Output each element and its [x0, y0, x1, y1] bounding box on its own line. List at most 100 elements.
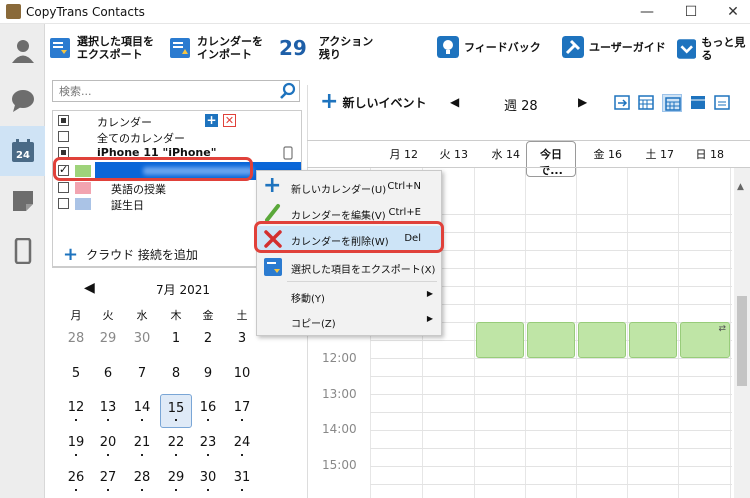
day-header[interactable]: 月 12: [374, 146, 419, 162]
search-icon[interactable]: [279, 82, 297, 100]
calendar-list-view-icon[interactable]: [714, 94, 730, 110]
grid-row-line: [370, 394, 732, 395]
mini-calendar-day[interactable]: 30: [192, 470, 224, 485]
more-button[interactable]: もっと見る: [677, 36, 750, 62]
calendar-today-view-icon[interactable]: [614, 94, 630, 110]
menu-export-selected[interactable]: 選択した項目をエクスポート(X): [257, 254, 441, 280]
import-calendar-button[interactable]: カレンダーを インポート: [169, 35, 263, 61]
new-event-button[interactable]: + 新しいイベント: [320, 91, 426, 113]
event-dot: [75, 454, 77, 456]
mini-calendar-day[interactable]: 17: [226, 400, 258, 415]
nav-messages[interactable]: [0, 76, 45, 126]
mini-calendar-day[interactable]: 23: [192, 435, 224, 450]
day-header[interactable]: 水 14: [476, 146, 521, 162]
mini-calendar-day[interactable]: 27: [92, 470, 124, 485]
delete-calendar-icon[interactable]: ✕: [223, 114, 236, 127]
mini-calendar-day[interactable]: 9: [192, 366, 224, 381]
event-block[interactable]: [476, 322, 524, 358]
close-button[interactable]: ✕: [718, 2, 748, 22]
mini-calendar-day[interactable]: 24: [226, 435, 258, 450]
next-week-arrow[interactable]: ▶: [578, 95, 587, 109]
day-header[interactable]: 今日 で...: [526, 141, 576, 177]
mini-calendar-day[interactable]: 13: [92, 400, 124, 415]
mini-calendar-day[interactable]: 29: [160, 470, 192, 485]
mini-calendar-day[interactable]: 20: [92, 435, 124, 450]
calendar-color-swatch: [75, 198, 91, 210]
mini-calendar-day[interactable]: 7: [126, 366, 158, 381]
user-guide-button[interactable]: ユーザーガイド: [562, 36, 666, 58]
nav-device[interactable]: [0, 226, 45, 276]
event-dot: [75, 489, 77, 491]
weekday-label: 金: [202, 309, 214, 322]
mini-calendar-day[interactable]: 5: [60, 366, 92, 381]
mini-calendar-day[interactable]: 8: [160, 366, 192, 381]
checkbox-calendar-3[interactable]: [58, 198, 69, 209]
mini-calendar-day[interactable]: 2: [192, 331, 224, 346]
event-block[interactable]: [527, 322, 575, 358]
nav-calendar[interactable]: 24: [0, 126, 45, 176]
checkbox-all[interactable]: [58, 115, 69, 126]
menu-copy[interactable]: コピー(Z) ▶: [257, 308, 441, 334]
maximize-button[interactable]: ☐: [676, 2, 706, 22]
feedback-button[interactable]: フィードバック: [437, 36, 541, 58]
mini-calendar-day[interactable]: 22: [160, 435, 192, 450]
event-dot: [241, 454, 243, 456]
menu-new-calendar[interactable]: + 新しいカレンダー(U) Ctrl+N: [257, 174, 441, 200]
mini-calendar-day[interactable]: 21: [126, 435, 158, 450]
day-header[interactable]: 金 16: [578, 146, 623, 162]
actions-count: 29: [279, 36, 307, 60]
nav-notes[interactable]: [0, 176, 45, 226]
calendar-label-birthdays: 誕生日: [111, 199, 144, 212]
mini-calendar-day[interactable]: 30: [126, 331, 158, 346]
nav-contacts[interactable]: [0, 26, 45, 76]
mini-calendar-day[interactable]: 1: [160, 331, 192, 346]
mini-calendar-day[interactable]: 15: [160, 394, 192, 428]
menu-move[interactable]: 移動(Y) ▶: [257, 283, 441, 309]
calendar-month-view-icon[interactable]: [690, 94, 706, 110]
mini-calendar-day[interactable]: 29: [92, 331, 124, 346]
mini-calendar-day[interactable]: 6: [92, 366, 124, 381]
calendar-day-view-icon[interactable]: [638, 94, 654, 110]
more-label: もっと見る: [701, 36, 746, 62]
mini-calendar-day[interactable]: 14: [126, 400, 158, 415]
event-block[interactable]: [629, 322, 677, 358]
lightbulb-icon: [437, 36, 459, 58]
add-calendar-icon[interactable]: +: [205, 114, 218, 127]
day-header[interactable]: 土 17: [630, 146, 675, 162]
weekday-label: 土: [236, 309, 248, 322]
calendar-week-view-icon[interactable]: [662, 94, 682, 112]
mini-calendar-day[interactable]: 26: [60, 470, 92, 485]
left-nav: 24: [0, 24, 45, 498]
scrollbar-thumb[interactable]: [737, 296, 747, 386]
export-selected-button[interactable]: 選択した項目を エクスポート: [49, 35, 154, 61]
highlight-delete-item: [254, 221, 444, 253]
mini-calendar-day[interactable]: 28: [60, 331, 92, 346]
all-calendars-row[interactable]: 全てのカレンダー: [53, 129, 301, 145]
mini-calendar-day[interactable]: 19: [60, 435, 92, 450]
checkbox-all-calendars[interactable]: [58, 131, 69, 142]
submenu-arrow-icon: ▶: [426, 289, 433, 298]
vertical-scrollbar[interactable]: ▲: [734, 168, 750, 498]
mini-calendar-day[interactable]: 3: [226, 331, 258, 346]
minimize-button[interactable]: —: [632, 2, 662, 22]
mini-calendar-day[interactable]: 12: [60, 400, 92, 415]
calendar-label-english: 英語の授業: [111, 183, 166, 196]
actions-remaining: 29 アクション 残り: [279, 35, 373, 61]
day-header[interactable]: 火 13: [424, 146, 469, 162]
search-input[interactable]: [53, 81, 273, 101]
mini-calendar-day[interactable]: 16: [192, 400, 224, 415]
day-header[interactable]: 日 18: [680, 146, 725, 162]
mini-calendar-day[interactable]: 28: [126, 470, 158, 485]
scroll-up-arrow[interactable]: ▲: [737, 182, 744, 192]
time-label: 15:00: [322, 458, 357, 472]
prev-month-arrow[interactable]: ◀: [84, 280, 95, 296]
window-title: CopyTrans Contacts: [26, 5, 145, 19]
mini-calendar-day[interactable]: 31: [226, 470, 258, 485]
mini-calendar-day[interactable]: 10: [226, 366, 258, 381]
event-dot: [75, 419, 77, 421]
checkbox-calendar-2[interactable]: [58, 182, 69, 193]
event-block[interactable]: [578, 322, 626, 358]
prev-week-arrow[interactable]: ◀: [450, 95, 459, 109]
all-calendars-label: 全てのカレンダー: [97, 132, 185, 145]
event-block[interactable]: ⇄: [680, 322, 730, 358]
